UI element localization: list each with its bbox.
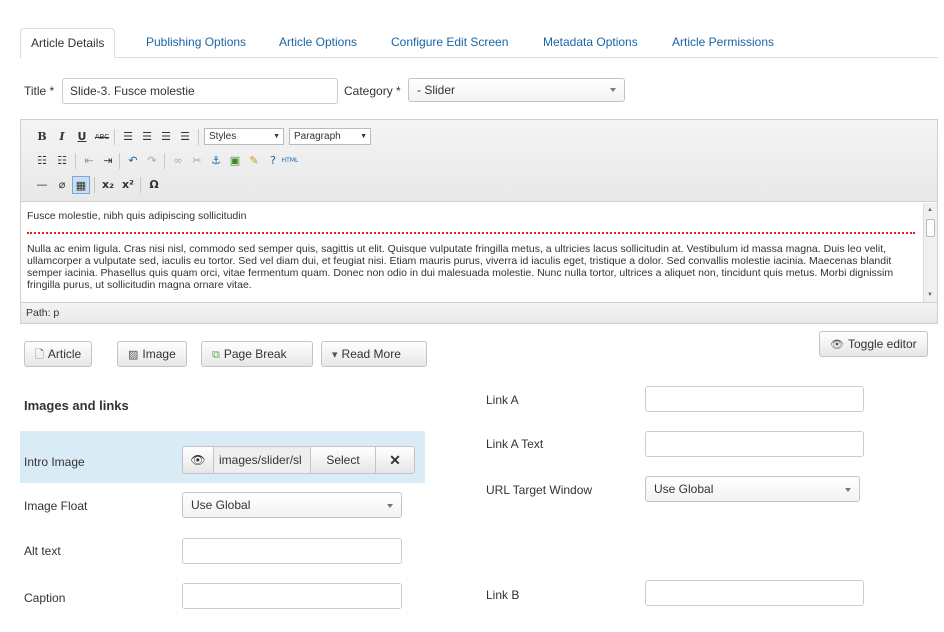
intro-image-field: 👁 images/slider/sl Select ✕ (182, 446, 415, 474)
visual-aid-icon[interactable]: ▦ (72, 176, 90, 194)
link-b-input[interactable] (645, 580, 864, 606)
editor-first-line: Fusce molestie, nibh quis adipiscing sol… (27, 210, 247, 222)
intro-image-label: Intro Image (24, 455, 85, 469)
link-a-text-input[interactable] (645, 431, 864, 457)
scrollbar-thumb[interactable] (926, 219, 935, 237)
link-a-input[interactable] (645, 386, 864, 412)
article-icon: 🗋 (35, 348, 44, 361)
align-justify-icon[interactable]: ☰ (176, 128, 194, 146)
category-label: Category * (344, 84, 401, 98)
chevron-down-icon: ▼ (360, 133, 367, 140)
link-b-label: Link B (486, 588, 520, 602)
editor-toolbar: B I U ABC ☰ ☰ ☰ ☰ Styles ▼ Paragraph ▼ ☷ ☷… (21, 120, 937, 202)
bullet-list-icon[interactable]: ☷ (33, 152, 51, 170)
images-links-heading: Images and links (24, 398, 129, 413)
category-value: - Slider (417, 83, 456, 97)
image-button[interactable]: ▨ Image (117, 341, 187, 367)
editor-scrollbar[interactable]: ▲ ▼ (923, 203, 937, 302)
alt-text-label: Alt text (24, 544, 61, 558)
insert-image-icon[interactable]: ▣ (226, 152, 244, 170)
scroll-down-icon[interactable]: ▼ (927, 292, 933, 298)
strikethrough-icon[interactable]: ABC (93, 128, 111, 146)
caption-input[interactable] (182, 583, 402, 609)
category-select[interactable]: - Slider (408, 78, 625, 102)
indent-icon[interactable]: ⇥ (99, 152, 117, 170)
tab-publishing-options[interactable]: Publishing Options (146, 28, 246, 58)
tab-article-options[interactable]: Article Options (279, 28, 357, 58)
underline-icon[interactable]: U (73, 128, 91, 146)
align-left-icon[interactable]: ☰ (119, 128, 137, 146)
redo-icon[interactable]: ↷ (143, 152, 161, 170)
intro-image-path[interactable]: images/slider/sl (214, 447, 310, 473)
link-a-label: Link A (486, 393, 519, 407)
tab-configure-edit-screen[interactable]: Configure Edit Screen (391, 28, 508, 58)
editor-path: Path: p (21, 302, 937, 323)
html-icon[interactable]: HTML (281, 152, 299, 170)
tab-bar: Article Details Publishing Options Artic… (20, 28, 938, 59)
anchor-icon[interactable]: ⚓ (207, 152, 225, 170)
superscript-icon[interactable]: x² (119, 176, 137, 194)
page-break-marker (27, 232, 915, 234)
cleanup-icon[interactable]: ✎ (245, 152, 263, 170)
article-button[interactable]: 🗋 Article (24, 341, 93, 367)
page-break-button[interactable]: ⧉ Page Break (201, 341, 313, 367)
alt-text-input[interactable] (182, 538, 402, 564)
undo-icon[interactable]: ↶ (124, 152, 142, 170)
outdent-icon[interactable]: ⇤ (80, 152, 98, 170)
chevron-down-icon: ▼ (273, 133, 280, 140)
help-icon[interactable]: ? (264, 152, 282, 170)
rich-text-editor: B I U ABC ☰ ☰ ☰ ☰ Styles ▼ Paragraph ▼ ☷ ☷… (20, 119, 938, 324)
bold-icon[interactable]: B (33, 128, 51, 146)
italic-icon[interactable]: I (53, 128, 71, 146)
styles-select[interactable]: Styles ▼ (204, 128, 284, 145)
chevron-down-icon (387, 504, 393, 508)
align-right-icon[interactable]: ☰ (157, 128, 175, 146)
select-image-button[interactable]: Select (311, 447, 375, 473)
page-break-icon: ⧉ (212, 348, 220, 361)
image-icon: ▨ (128, 348, 139, 361)
tab-article-permissions[interactable]: Article Permissions (672, 28, 774, 58)
tab-metadata-options[interactable]: Metadata Options (543, 28, 638, 58)
toggle-editor-button[interactable]: 👁 Toggle editor (819, 331, 928, 357)
close-icon[interactable]: ✕ (376, 447, 414, 473)
chevron-down-icon (610, 88, 616, 92)
special-character-icon[interactable]: Ω (145, 176, 163, 194)
horizontal-rule-icon[interactable]: — (33, 176, 51, 194)
chevron-down-icon (845, 488, 851, 492)
editor-body-text: Nulla ac enim ligula. Cras nisi nisl, co… (27, 243, 894, 291)
editor-content[interactable]: Fusce molestie, nibh quis adipiscing sol… (21, 203, 921, 302)
remove-format-icon[interactable]: ⌀ (53, 176, 71, 194)
subscript-icon[interactable]: x₂ (99, 176, 117, 194)
tab-article-details[interactable]: Article Details (20, 28, 116, 59)
align-center-icon[interactable]: ☰ (138, 128, 156, 146)
link-a-text-label: Link A Text (486, 437, 544, 451)
link-icon[interactable]: ∞ (169, 152, 187, 170)
title-input[interactable]: Slide-3. Fusce molestie (62, 78, 338, 104)
numbered-list-icon[interactable]: ☷ (53, 152, 71, 170)
read-more-button[interactable]: ▾ Read More (321, 341, 427, 367)
eye-icon: 👁 (830, 338, 844, 351)
scroll-up-icon[interactable]: ▲ (927, 207, 933, 213)
caption-label: Caption (24, 591, 66, 605)
unlink-icon[interactable]: ✂ (188, 152, 206, 170)
title-label: Title * (24, 84, 55, 98)
url-target-window-select[interactable]: Use Global (645, 476, 860, 502)
chevron-down-icon: ▾ (332, 348, 338, 361)
image-float-select[interactable]: Use Global (182, 492, 402, 518)
url-target-window-label: URL Target Window (486, 483, 593, 497)
paragraph-format-select[interactable]: Paragraph ▼ (289, 128, 371, 145)
image-float-label: Image Float (24, 499, 88, 513)
eye-icon[interactable]: 👁 (183, 447, 213, 473)
